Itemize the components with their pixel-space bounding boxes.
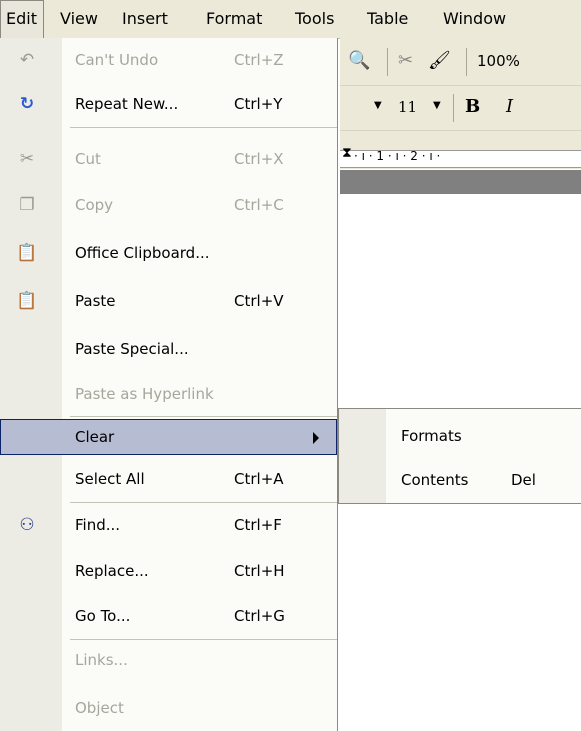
menu-item-links[interactable]: Links... [0,642,337,678]
menu-bar: Edit View Insert Format Tools Table Wind… [0,0,581,39]
ruler-strip: · ı · 1 · ı · 2 · ı · ⧗ [340,145,581,168]
print-preview-icon[interactable]: 🔍 [348,50,370,71]
zoom-box[interactable]: 100% [477,52,520,70]
menu-table[interactable]: Table [367,0,408,38]
menu-item-find[interactable]: ⚇ Find... Ctrl+F [0,507,337,543]
chevron-down-icon[interactable]: ▼ [374,100,382,111]
binoculars-icon: ⚇ [19,515,35,535]
menu-separator [70,127,337,128]
menu-separator [70,416,337,417]
chevron-down-icon[interactable]: ▼ [433,100,441,111]
submenu-arrow-icon [313,432,319,444]
submenu-item-contents[interactable]: Contents Del [339,461,581,499]
toolbar-separator [387,48,388,76]
font-size-box[interactable]: 11 [398,98,417,116]
menu-item-replace[interactable]: Replace... Ctrl+H [0,553,337,589]
cut-icon[interactable]: ✂ [398,50,413,71]
menu-item-copy[interactable]: ❐ Copy Ctrl+C [0,187,337,223]
menu-separator [70,639,337,640]
menu-item-undo[interactable]: ↶ Can't Undo Ctrl+Z [0,42,337,78]
indent-marker-icon[interactable]: ⧗ [342,145,352,161]
repeat-icon: ↻ [19,94,35,114]
menu-item-paste-hyperlink[interactable]: Paste as Hyperlink [0,376,337,412]
menu-insert[interactable]: Insert [122,0,168,38]
menu-tools[interactable]: Tools [295,0,334,38]
menu-item-clear[interactable]: Clear [0,419,337,455]
formatting-toolbar: ▼ 11 ▼ B I [340,86,581,131]
standard-toolbar: 🔍 ✂ 🖌 100% [340,38,581,86]
menu-item-repeat[interactable]: ↻ Repeat New... Ctrl+Y [0,86,337,122]
bold-button[interactable]: B [465,96,480,117]
menu-item-office-clipboard[interactable]: 📋 Office Clipboard... [0,235,337,271]
italic-button[interactable]: I [506,96,513,117]
menu-item-cut[interactable]: ✂ Cut Ctrl+X [0,141,337,177]
menu-edit[interactable]: Edit [0,0,44,38]
office-clipboard-icon: 📋 [16,243,38,263]
undo-icon: ↶ [19,50,35,70]
toolbar-separator [466,48,467,76]
submenu-item-formats[interactable]: Formats [339,417,581,455]
menu-item-paste[interactable]: 📋 Paste Ctrl+V [0,283,337,319]
menu-item-select-all[interactable]: Select All Ctrl+A [0,461,337,497]
menu-item-object[interactable]: Object [0,690,337,726]
ruler-marks: · ı · 1 · ı · 2 · ı · [354,149,441,163]
paste-icon: 📋 [16,291,38,311]
menu-item-go-to[interactable]: Go To... Ctrl+G [0,598,337,634]
toolbar-separator [453,94,454,122]
menu-window[interactable]: Window [443,0,506,38]
scissors-icon: ✂ [19,149,35,169]
menu-format[interactable]: Format [206,0,262,38]
clear-submenu: Formats Contents Del [338,408,581,504]
ruler-shadow [340,170,581,194]
menu-item-paste-special[interactable]: Paste Special... [0,331,337,367]
menu-separator [70,502,337,503]
copy-icon: ❐ [19,195,35,215]
menu-view[interactable]: View [60,0,98,38]
edit-menu: ↶ Can't Undo Ctrl+Z ↻ Repeat New... Ctrl… [0,38,338,731]
format-painter-icon[interactable]: 🖌 [428,50,451,71]
